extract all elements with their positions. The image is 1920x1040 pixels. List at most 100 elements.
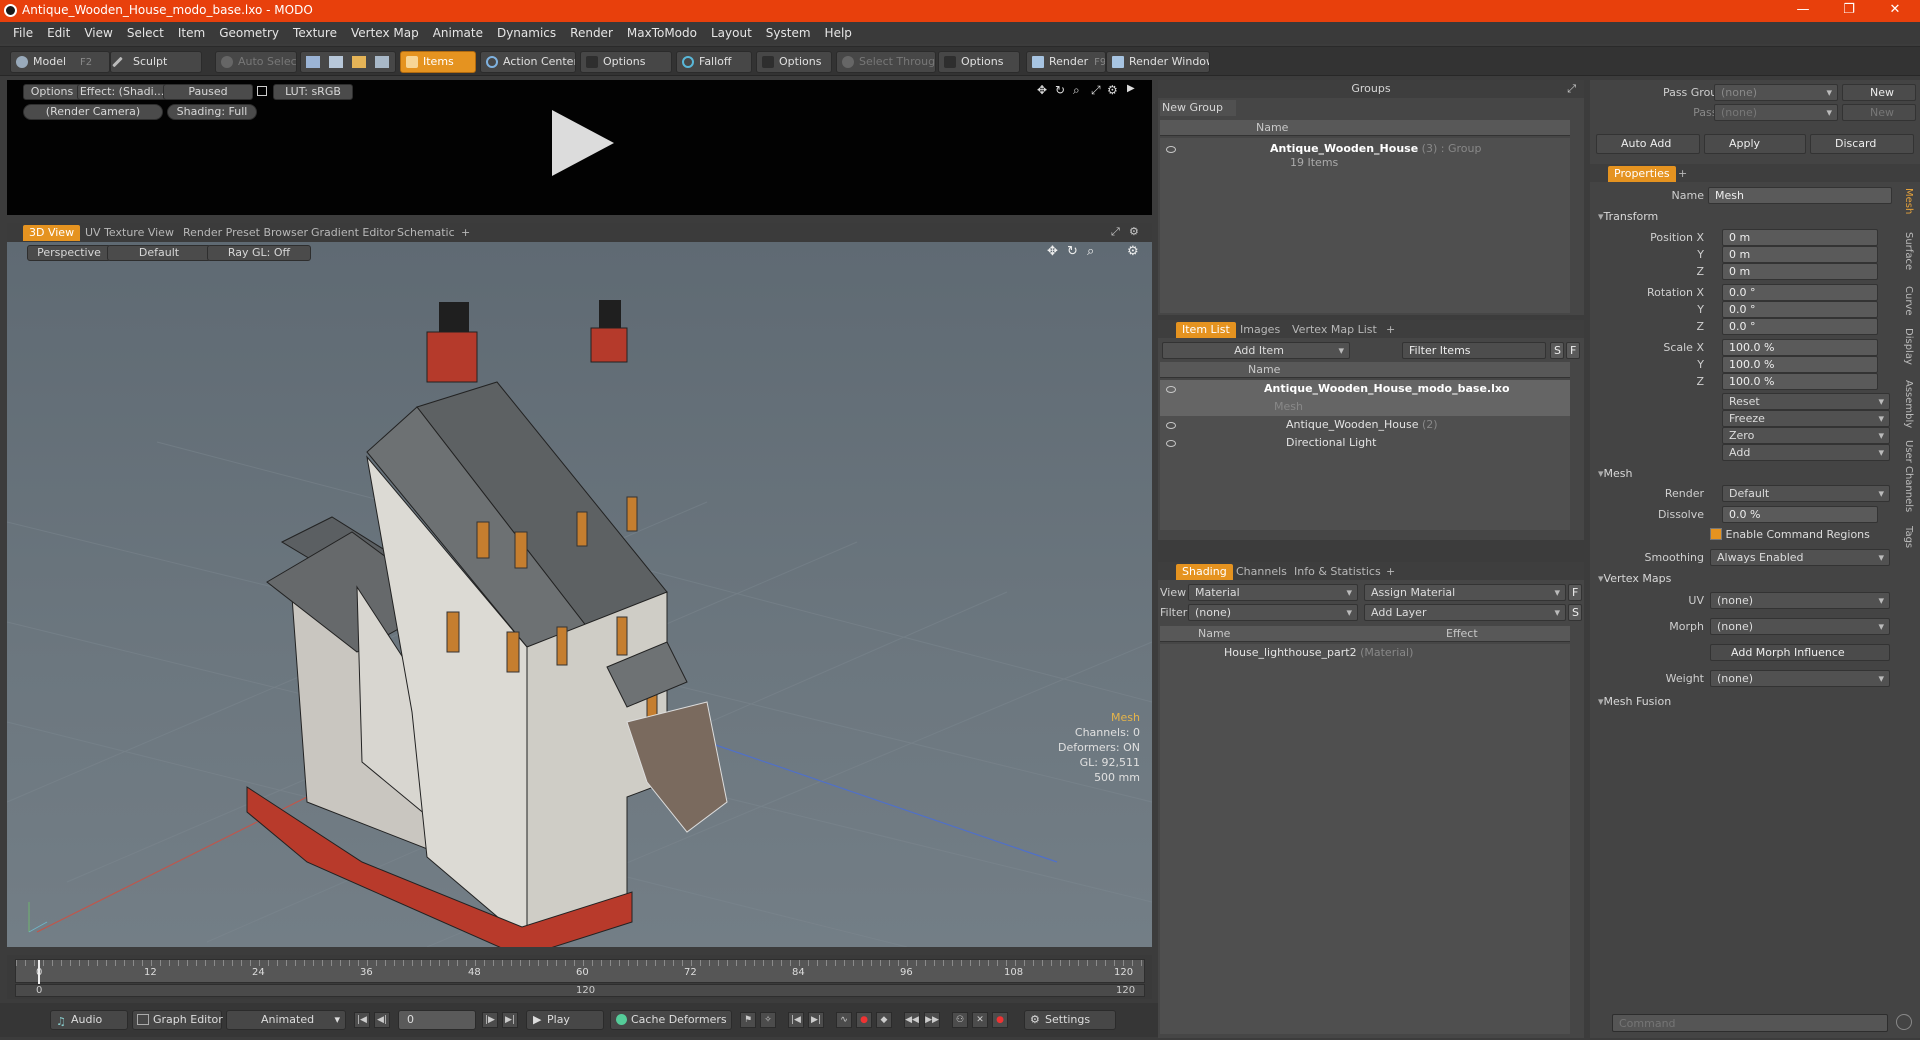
position-z-field[interactable]: 0 m bbox=[1722, 263, 1878, 280]
render-button[interactable]: Render F9 bbox=[1026, 51, 1106, 73]
settings-button[interactable]: ⚙ Settings bbox=[1024, 1010, 1116, 1030]
menu-file[interactable]: File bbox=[6, 22, 40, 44]
add-tab-icon[interactable]: + bbox=[455, 225, 476, 241]
audio-button[interactable]: ♫ Audio bbox=[50, 1010, 128, 1030]
scene-row[interactable]: Antique_Wooden_House_modo_base.lxo bbox=[1160, 380, 1570, 398]
filter-items-input[interactable]: Filter Items bbox=[1402, 342, 1546, 359]
material-row[interactable]: House_lighthouse_part2 (Material) bbox=[1160, 644, 1570, 662]
scale-z-field[interactable]: 100.0 % bbox=[1722, 373, 1878, 390]
side-tab-surface[interactable]: Surface bbox=[1898, 232, 1914, 270]
add-tab-icon[interactable]: + bbox=[1380, 564, 1401, 580]
preview-options-button[interactable]: Options bbox=[23, 84, 81, 100]
vertex-maps-section[interactable]: Vertex Maps bbox=[1598, 571, 1672, 587]
record-small-icon[interactable]: ● bbox=[992, 1012, 1008, 1028]
add-tab-icon[interactable]: + bbox=[1672, 166, 1693, 182]
menu-texture[interactable]: Texture bbox=[286, 22, 344, 44]
new-pass-button[interactable]: New bbox=[1842, 104, 1916, 121]
lut-dropdown[interactable]: LUT: sRGB bbox=[273, 84, 353, 100]
scale-x-field[interactable]: 100.0 % bbox=[1722, 339, 1878, 356]
delete-key-icon[interactable]: ✕ bbox=[972, 1012, 988, 1028]
dissolve-field[interactable]: 0.0 % bbox=[1722, 506, 1878, 523]
side-tab-display[interactable]: Display bbox=[1898, 328, 1914, 365]
frame-field[interactable]: 0 bbox=[398, 1010, 476, 1030]
directional-light-row[interactable]: Directional Light bbox=[1160, 434, 1570, 452]
gear-icon[interactable]: ⚙ bbox=[1107, 83, 1118, 97]
gear-icon[interactable]: ⚙ bbox=[1129, 225, 1139, 238]
filter-dropdown[interactable]: (none) bbox=[1188, 604, 1358, 621]
preview-effect-dropdown[interactable]: Effect: (Shadi... bbox=[77, 84, 167, 100]
expand-icon[interactable]: ⤢ bbox=[1567, 80, 1576, 98]
uv-dropdown[interactable]: (none) bbox=[1710, 592, 1890, 609]
zero-dropdown[interactable]: Zero bbox=[1722, 427, 1890, 444]
chevron-right-icon[interactable]: ▶ bbox=[1127, 83, 1135, 94]
channel-icon[interactable]: ⚇ bbox=[952, 1012, 968, 1028]
playhead[interactable] bbox=[38, 960, 40, 984]
zoom-icon[interactable]: ⌕ bbox=[1073, 83, 1080, 98]
render-window-button[interactable]: Render Window bbox=[1106, 51, 1210, 73]
assign-material-dropdown[interactable]: Assign Material bbox=[1364, 584, 1566, 601]
mesh-section[interactable]: Mesh bbox=[1598, 466, 1633, 482]
house-row[interactable]: Antique_Wooden_House (2) bbox=[1160, 416, 1570, 434]
menu-edit[interactable]: Edit bbox=[40, 22, 77, 44]
menu-vertex-map[interactable]: Vertex Map bbox=[344, 22, 426, 44]
prev-frame-icon[interactable]: ◀| bbox=[374, 1012, 390, 1028]
side-tab-tags[interactable]: Tags bbox=[1898, 526, 1914, 548]
range-bar[interactable]: 0 120 120 bbox=[15, 984, 1145, 997]
morph-dropdown[interactable]: (none) bbox=[1710, 618, 1890, 635]
link-icon[interactable]: ∿ bbox=[836, 1012, 852, 1028]
render-dropdown[interactable]: Default bbox=[1722, 485, 1890, 502]
rotation-z-field[interactable]: 0.0 ° bbox=[1722, 318, 1878, 335]
position-y-field[interactable]: 0 m bbox=[1722, 246, 1878, 263]
menu-maxtomodo[interactable]: MaxToModo bbox=[620, 22, 704, 44]
auto-key-icon[interactable]: ✧ bbox=[760, 1012, 776, 1028]
edge-mode-icon[interactable] bbox=[329, 56, 343, 68]
side-tab-assembly[interactable]: Assembly bbox=[1898, 380, 1914, 428]
discard-button[interactable]: Discard bbox=[1810, 134, 1914, 154]
step-back-icon[interactable]: ◀◀ bbox=[904, 1012, 920, 1028]
prev-key-icon[interactable]: |◀ bbox=[788, 1012, 804, 1028]
tab-images[interactable]: Images bbox=[1234, 322, 1286, 338]
render-camera-dropdown[interactable]: (Render Camera) bbox=[23, 104, 163, 120]
eye-icon[interactable] bbox=[1166, 386, 1176, 393]
render-preview[interactable]: Options Effect: (Shadi... Paused LUT: sR… bbox=[7, 80, 1152, 215]
new-group-button[interactable]: New Group bbox=[1160, 100, 1236, 116]
s-button[interactable]: S bbox=[1568, 604, 1582, 621]
tab-item-list[interactable]: Item List bbox=[1176, 322, 1236, 338]
keyframe-icon[interactable]: ◆ bbox=[876, 1012, 892, 1028]
action-center-options-button[interactable]: Options bbox=[580, 51, 672, 73]
new-pass-group-button[interactable]: New bbox=[1842, 84, 1916, 101]
refresh-icon[interactable]: ↻ bbox=[1055, 83, 1065, 97]
key-icon[interactable]: ⚑ bbox=[740, 1012, 756, 1028]
add-layer-dropdown[interactable]: Add Layer bbox=[1364, 604, 1566, 621]
s-button[interactable]: S bbox=[1550, 342, 1564, 359]
add-item-dropdown[interactable]: Add Item bbox=[1162, 342, 1350, 359]
menu-layout[interactable]: Layout bbox=[704, 22, 759, 44]
menu-help[interactable]: Help bbox=[818, 22, 859, 44]
sculpt-button[interactable]: Sculpt bbox=[110, 51, 202, 73]
play-icon[interactable] bbox=[552, 110, 614, 176]
go-end-icon[interactable]: ▶| bbox=[502, 1012, 518, 1028]
scale-y-field[interactable]: 100.0 % bbox=[1722, 356, 1878, 373]
tab-shading[interactable]: Shading bbox=[1176, 564, 1233, 580]
select-through-button[interactable]: Select Through bbox=[836, 51, 936, 73]
expand-icon[interactable]: ⤢ bbox=[1111, 225, 1120, 239]
smoothing-dropdown[interactable]: Always Enabled bbox=[1710, 549, 1890, 566]
apply-button[interactable]: Apply bbox=[1704, 134, 1806, 154]
view-dropdown[interactable]: Material bbox=[1188, 584, 1358, 601]
vertex-mode-icon[interactable] bbox=[306, 56, 320, 68]
tab-channels[interactable]: Channels bbox=[1230, 564, 1293, 580]
lock-icon[interactable] bbox=[257, 86, 267, 96]
command-input[interactable] bbox=[1612, 1014, 1888, 1032]
add-dropdown[interactable]: Add bbox=[1722, 444, 1890, 461]
step-forward-icon[interactable]: ▶▶ bbox=[924, 1012, 940, 1028]
enable-command-regions-checkbox[interactable]: Enable Command Regions bbox=[1710, 528, 1890, 542]
items-mode-button[interactable]: Items bbox=[400, 51, 476, 73]
command-history-icon[interactable] bbox=[1896, 1014, 1912, 1030]
reset-dropdown[interactable]: Reset bbox=[1722, 393, 1890, 410]
auto-select-button[interactable]: Auto Select bbox=[215, 51, 297, 73]
falloff-options-button[interactable]: Options bbox=[756, 51, 832, 73]
tab-properties[interactable]: Properties bbox=[1608, 166, 1676, 182]
minimize-button[interactable]: — bbox=[1780, 0, 1826, 22]
cache-deformers-button[interactable]: Cache Deformers bbox=[610, 1010, 732, 1030]
rotation-y-field[interactable]: 0.0 ° bbox=[1722, 301, 1878, 318]
